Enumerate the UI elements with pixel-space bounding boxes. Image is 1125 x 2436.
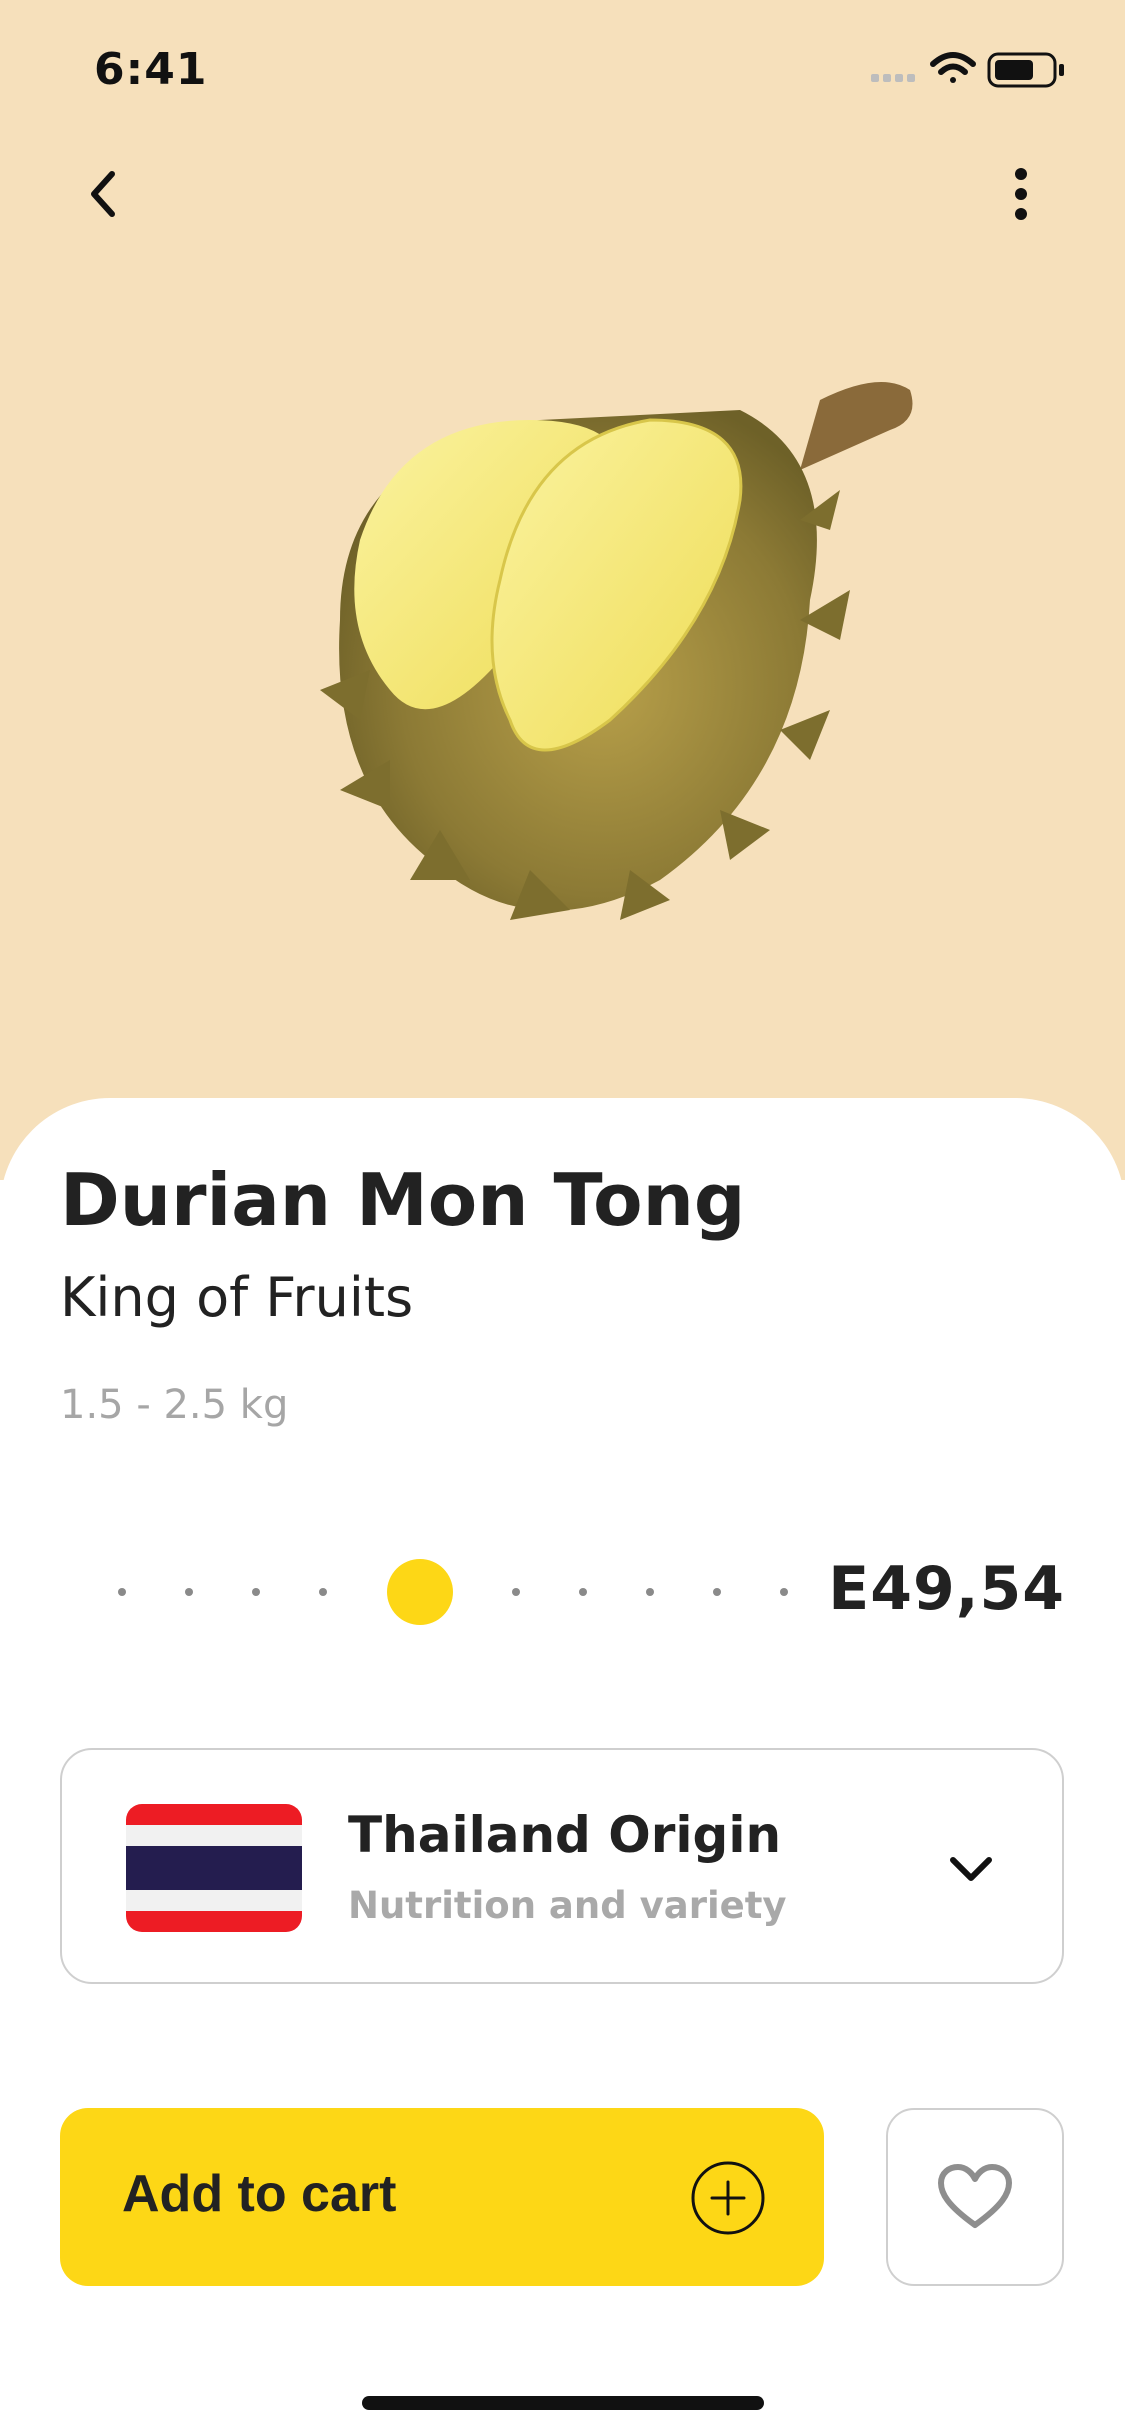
status-time: 6:41 [94,44,208,95]
heart-icon [938,2164,1012,2228]
product-weight: 1.5 - 2.5 kg [60,1382,289,1428]
slider-thumb [387,1559,453,1625]
product-subtitle: King of Fruits [60,1266,414,1329]
favorite-button[interactable] [886,2108,1064,2286]
thailand-flag-icon [126,1804,302,1932]
home-indicator [362,2396,764,2410]
origin-title: Thailand Origin [348,1806,782,1864]
signal-icon [871,74,915,82]
chevron-left-icon [91,171,115,217]
back-button[interactable] [64,154,144,234]
more-vertical-icon [1015,168,1027,220]
battery-icon [987,52,1064,88]
quantity-slider[interactable] [100,1546,820,1638]
chevron-down-icon [950,1857,992,1881]
product-hero: 6:41 [0,0,1125,1180]
origin-subtitle: Nutrition and variety [348,1884,787,1927]
origin-selector[interactable]: Thailand Origin Nutrition and variety [60,1748,1064,1984]
wifi-icon [930,52,976,83]
add-to-cart-button[interactable]: Add to cart [60,2108,824,2286]
product-price: E49,54 [828,1554,1065,1624]
plus-circle-icon [691,2161,765,2235]
durian-image [320,382,913,920]
more-options-button[interactable] [981,154,1061,234]
product-title: Durian Mon Tong [60,1158,746,1242]
status-icons [871,52,1064,88]
expand-origin-button[interactable] [936,1834,1006,1904]
add-to-cart-label: Add to cart [122,2165,397,2223]
